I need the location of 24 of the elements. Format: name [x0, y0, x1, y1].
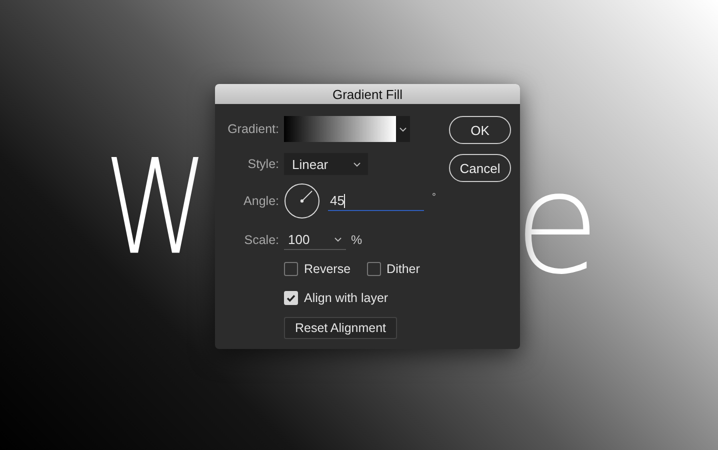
- canvas-text: W: [104, 142, 208, 274]
- gradient-label: Gradient:: [226, 122, 279, 136]
- checkbox[interactable]: [366, 262, 381, 276]
- angle-dial[interactable]: [284, 183, 320, 219]
- checkbox[interactable]: [284, 262, 298, 276]
- checkbox-option[interactable]: Dither: [366, 262, 420, 276]
- angle-input[interactable]: 45: [328, 191, 424, 211]
- angle-label: Angle:: [242, 194, 279, 208]
- scale-field[interactable]: 100: [284, 230, 346, 250]
- dialog-button[interactable]: OK: [449, 116, 511, 144]
- canvas-text: e: [514, 155, 600, 295]
- reset-alignment-button[interactable]: Reset Alignment: [284, 317, 398, 339]
- checkbox-option[interactable]: Reverse: [284, 262, 351, 276]
- degree-unit: °: [432, 192, 436, 203]
- dialog-button[interactable]: Cancel: [449, 154, 511, 182]
- dialog-title: Gradient Fill: [332, 86, 403, 102]
- chevron-icon: [399, 126, 407, 132]
- percent-unit: %: [351, 233, 362, 247]
- style-dropdown[interactable]: Linear: [284, 153, 368, 175]
- style-label: Style:: [246, 157, 279, 171]
- chevron-icon: [353, 162, 361, 166]
- scale-label: Scale:: [243, 233, 279, 247]
- checkbox-option[interactable]: Align with layer: [284, 291, 388, 305]
- chevron-icon: [334, 237, 342, 242]
